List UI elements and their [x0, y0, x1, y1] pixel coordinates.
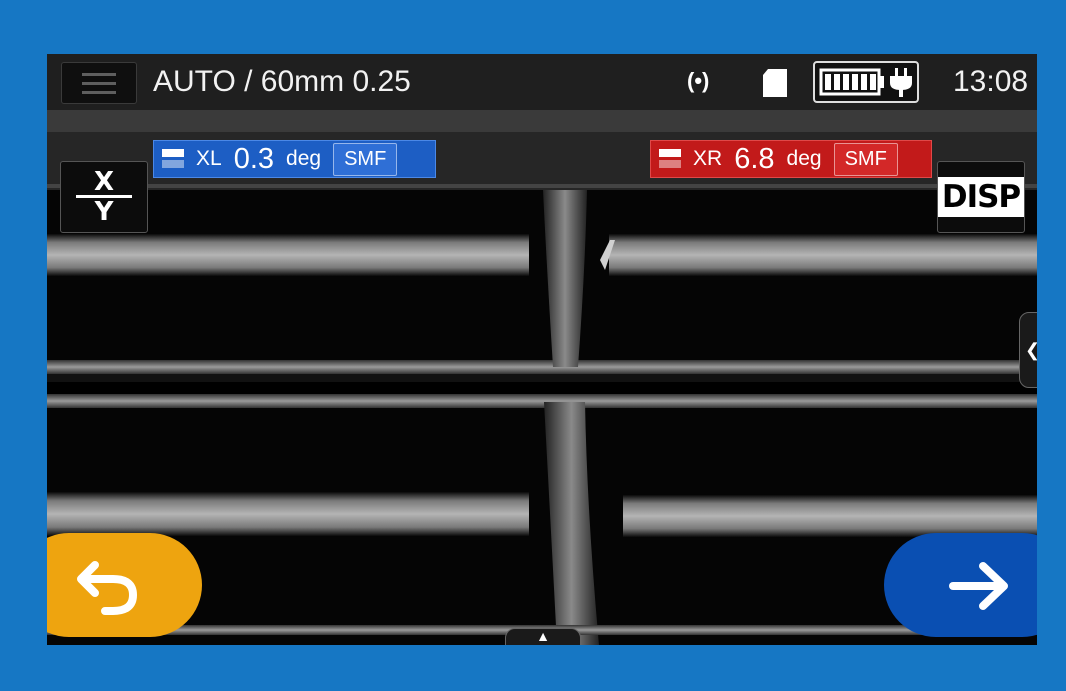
arrow-right-icon	[949, 562, 1008, 610]
left-fiber-label: XL	[196, 147, 222, 170]
xy-view-toggle-button[interactable]: X Y	[60, 161, 148, 233]
right-fiber-label: XR	[693, 147, 723, 170]
display-button[interactable]: DISP	[937, 161, 1025, 233]
left-cleave-angle: 0.3	[233, 142, 275, 175]
bottom-panel-tab[interactable]: ▲	[505, 628, 581, 645]
disp-label: DISP	[937, 177, 1025, 217]
splicer-screen: AUTO / 60mm 0.25 (•) 13:08 XL 0.3 deg SM…	[47, 54, 1037, 645]
right-angle-unit: deg	[786, 147, 822, 170]
x-label: X	[93, 167, 115, 197]
chevron-left-icon: ❮	[1025, 340, 1037, 361]
wireless-signal-icon: (•)	[687, 68, 710, 93]
status-bar: AUTO / 60mm 0.25 (•) 13:08	[47, 54, 1037, 110]
mode-title: AUTO / 60mm 0.25	[153, 65, 411, 98]
menu-button[interactable]	[61, 62, 137, 104]
next-button[interactable]	[884, 533, 1037, 637]
left-fiber-angle-tag: XL 0.3 deg SMF	[153, 140, 436, 178]
y-label: Y	[94, 197, 114, 227]
fiber-indicator-icon	[659, 149, 681, 169]
battery-charging-icon	[813, 61, 919, 103]
sub-header-strip	[47, 110, 1037, 132]
right-fiber-type: SMF	[833, 142, 898, 176]
right-cleave-angle: 6.8	[734, 142, 775, 175]
return-arrow-icon	[77, 561, 138, 615]
side-panel-tab[interactable]: ❮	[1019, 312, 1037, 388]
menu-icon	[82, 72, 116, 76]
chevron-up-icon: ▲	[536, 628, 550, 644]
left-angle-unit: deg	[286, 147, 322, 170]
back-button[interactable]	[47, 533, 202, 637]
fiber-indicator-icon	[162, 149, 184, 169]
left-fiber-type: SMF	[333, 142, 398, 176]
right-fiber-angle-tag: XR 6.8 deg SMF	[650, 140, 932, 178]
sd-card-icon	[763, 69, 787, 97]
clock: 13:08	[953, 65, 1029, 98]
